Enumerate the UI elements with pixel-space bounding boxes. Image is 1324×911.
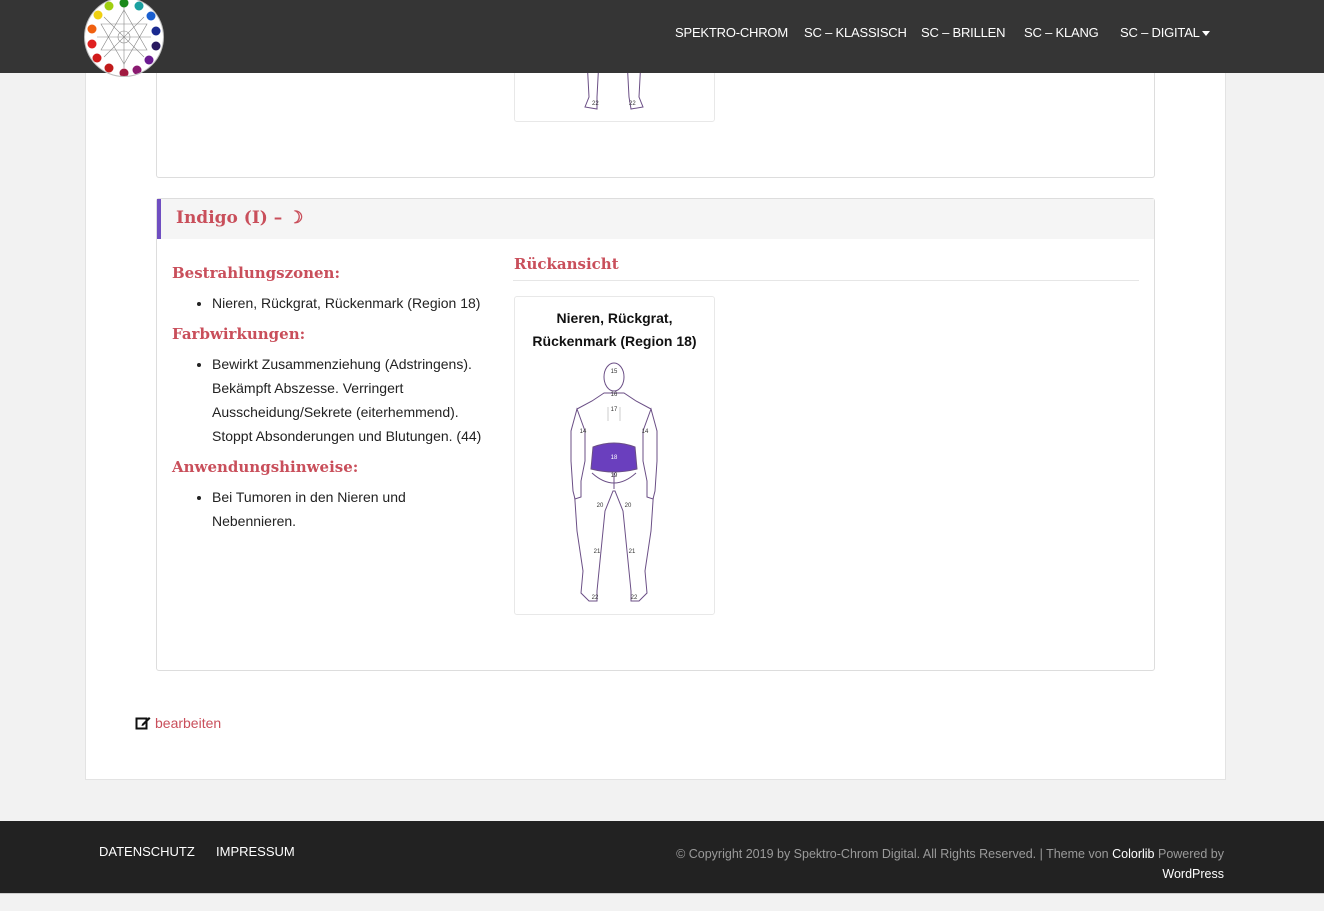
bestrahlung-list: Nieren, Rückgrat, Rückenmark (Region 18) [192, 291, 512, 315]
wordpress-link[interactable]: WordPress [1162, 867, 1224, 881]
nav-spektro-chrom[interactable]: SPEKTRO-CHROM [675, 25, 788, 40]
list-item: Nieren, Rückgrat, Rückenmark (Region 18) [212, 291, 512, 315]
top-navbar: SPEKTRO-CHROM SC – KLASSISCH SC – BRILLE… [0, 0, 1324, 77]
site-footer: DATENSCHUTZ IMPRESSUM © Copyright 2019 b… [0, 821, 1324, 893]
card-header[interactable]: Indigo (I) – ☽ [157, 199, 1154, 239]
list-item: Bei Tumoren in den Nieren und Nebenniere… [212, 485, 452, 533]
colorlib-link[interactable]: Colorlib [1112, 847, 1154, 861]
nav-sc-klassisch[interactable]: SC – KLASSISCH [804, 25, 907, 40]
label-18: 18 [611, 455, 618, 461]
edit-icon [135, 717, 151, 730]
label-21-left: 21 [594, 549, 601, 555]
card-title: Indigo (I) – ☽ [176, 208, 304, 228]
list-item: Bewirkt Zusammenziehung (Adstringens). B… [212, 352, 502, 448]
heading-divider [513, 280, 1139, 281]
farbwirkungen-list: Bewirkt Zusammenziehung (Adstringens). B… [192, 352, 502, 448]
anwendung-list: Bei Tumoren in den Nieren und Nebenniere… [192, 485, 452, 533]
label-16: 16 [611, 392, 618, 398]
site-logo[interactable] [84, 0, 164, 77]
footer-link-datenschutz[interactable]: DATENSCHUTZ [99, 844, 195, 859]
dropdown-caret-icon[interactable] [1202, 31, 1210, 36]
label-22-right: 22 [631, 595, 638, 601]
label-17: 17 [611, 407, 618, 413]
label-14-right: 14 [642, 429, 649, 435]
nav-sc-brillen[interactable]: SC – BRILLEN [921, 25, 1006, 40]
human-back-body-icon: 15 16 17 14 14 18 19 20 20 21 21 22 22 [570, 362, 658, 602]
previous-color-card: 22 22 [156, 58, 1155, 178]
bottom-strip [0, 893, 1324, 911]
color-wheel-logo-icon [87, 0, 161, 76]
copyright-text: © Copyright 2019 by Spektro-Chrom Digita… [624, 844, 1224, 884]
svg-text:22: 22 [629, 101, 636, 107]
label-15: 15 [611, 369, 618, 375]
rueckansicht-heading: Rückansicht [514, 255, 619, 273]
bestrahlung-heading: Bestrahlungszonen: [172, 264, 340, 282]
figure-title: Nieren, Rückgrat, Rückenmark (Region 18) [532, 310, 697, 349]
footer-link-impressum[interactable]: IMPRESSUM [216, 844, 295, 859]
edit-link-label[interactable]: bearbeiten [155, 715, 221, 731]
back-view-figure: Nieren, Rückgrat, Rückenmark (Region 18)… [514, 296, 715, 615]
label-20-right: 20 [625, 503, 632, 509]
label-14-left: 14 [580, 429, 587, 435]
label-20-left: 20 [597, 503, 604, 509]
label-21-right: 21 [629, 549, 636, 555]
powered-by-text: Powered by [1157, 847, 1224, 861]
label-22-left: 22 [592, 595, 599, 601]
indigo-color-card: Indigo (I) – ☽ Bestrahlungszonen: Nieren… [156, 198, 1155, 671]
nav-sc-digital[interactable]: SC – DIGITAL [1120, 25, 1200, 40]
label-19: 19 [611, 473, 618, 479]
farbwirkungen-heading: Farbwirkungen: [172, 325, 306, 343]
anwendung-heading: Anwendungshinweise: [172, 458, 359, 476]
copyright-line: © Copyright 2019 by Spektro-Chrom Digita… [676, 847, 1109, 861]
nav-sc-klang[interactable]: SC – KLANG [1024, 25, 1099, 40]
svg-text:22: 22 [592, 101, 599, 107]
